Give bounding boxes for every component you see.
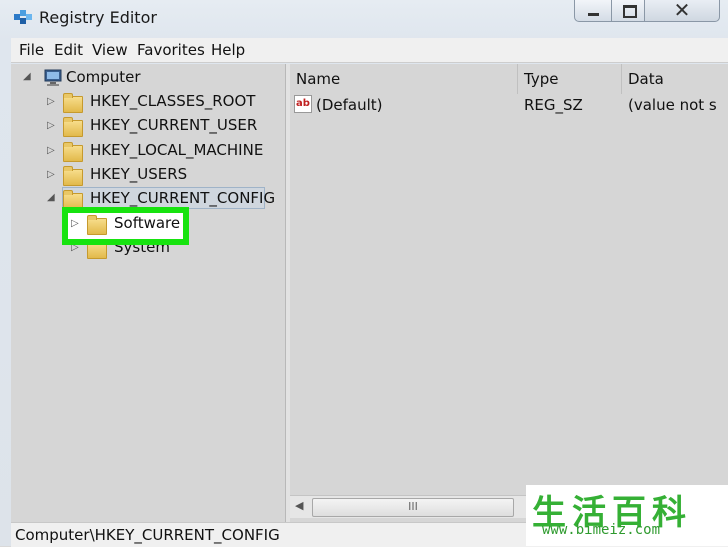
column-header-name[interactable]: Name bbox=[290, 64, 518, 94]
menu-help[interactable]: Help bbox=[211, 41, 245, 59]
close-icon: ✕ bbox=[673, 0, 691, 22]
folder-icon bbox=[63, 166, 83, 186]
menu-view[interactable]: View bbox=[92, 41, 128, 59]
expanded-arrow-icon[interactable]: ◢ bbox=[23, 71, 31, 82]
value-data: (value not s bbox=[628, 96, 717, 114]
value-name: (Default) bbox=[316, 96, 383, 114]
folder-icon bbox=[87, 215, 107, 235]
menu-edit[interactable]: Edit bbox=[54, 41, 83, 59]
horizontal-scrollbar[interactable]: ◀ III bbox=[290, 495, 526, 518]
registry-editor-window: Registry Editor ✕ File Edit View Favorit… bbox=[0, 0, 728, 547]
computer-icon bbox=[44, 69, 62, 86]
folder-icon bbox=[63, 117, 83, 137]
expanded-arrow-icon[interactable]: ◢ bbox=[47, 192, 55, 203]
tree-label-computer: Computer bbox=[66, 68, 141, 86]
tree-label-hkcc: HKEY_CURRENT_CONFIG bbox=[90, 189, 276, 207]
close-button[interactable]: ✕ bbox=[644, 0, 720, 22]
tree-label-software: Software bbox=[114, 214, 181, 232]
tree-label-hkcu: HKEY_CURRENT_USER bbox=[90, 116, 258, 134]
scroll-left-icon[interactable]: ◀ bbox=[295, 499, 303, 512]
string-value-icon: ab bbox=[294, 95, 312, 113]
tree-label-hku: HKEY_USERS bbox=[90, 165, 188, 183]
folder-icon bbox=[63, 142, 83, 162]
tree-label-hklm: HKEY_LOCAL_MACHINE bbox=[90, 141, 264, 159]
registry-editor-icon bbox=[14, 10, 32, 24]
collapsed-arrow-icon[interactable]: ▷ bbox=[47, 169, 55, 180]
menu-file[interactable]: File bbox=[19, 41, 44, 59]
key-tree-pane[interactable]: ◢ Computer ▷ HKEY_CLASSES_ROOT ▷ HKEY_CU… bbox=[11, 64, 285, 522]
tree-item-hklm[interactable]: ▷ HKEY_LOCAL_MACHINE bbox=[47, 141, 277, 163]
column-header-type[interactable]: Type bbox=[518, 64, 622, 94]
title-bar[interactable]: Registry Editor ✕ bbox=[0, 0, 728, 38]
window-title: Registry Editor bbox=[39, 8, 157, 27]
collapsed-arrow-icon[interactable]: ▷ bbox=[71, 218, 79, 229]
tree-item-hkcr[interactable]: ▷ HKEY_CLASSES_ROOT bbox=[47, 92, 277, 114]
folder-icon bbox=[63, 93, 83, 113]
status-path: Computer\HKEY_CURRENT_CONFIG bbox=[15, 526, 280, 544]
menu-favorites[interactable]: Favorites bbox=[137, 41, 205, 59]
minimize-icon bbox=[588, 13, 599, 16]
column-header-data[interactable]: Data bbox=[622, 64, 728, 94]
scroll-thumb[interactable]: III bbox=[312, 498, 514, 517]
maximize-icon bbox=[623, 5, 637, 18]
minimize-button[interactable] bbox=[574, 0, 612, 22]
tree-item-hkcu[interactable]: ▷ HKEY_CURRENT_USER bbox=[47, 116, 277, 138]
tree-item-hku[interactable]: ▷ HKEY_USERS bbox=[47, 165, 277, 187]
collapsed-arrow-icon[interactable]: ▷ bbox=[47, 120, 55, 131]
watermark-url: www.bimeiz.com bbox=[542, 522, 661, 538]
menu-bar: File Edit View Favorites Help bbox=[11, 38, 728, 63]
maximize-button[interactable] bbox=[611, 0, 645, 22]
collapsed-arrow-icon[interactable]: ▷ bbox=[47, 145, 55, 156]
tree-item-software[interactable]: ▷ Software bbox=[71, 214, 191, 236]
value-type: REG_SZ bbox=[524, 96, 583, 114]
tree-item-computer[interactable]: ◢ Computer bbox=[23, 68, 223, 90]
tree-label-hkcr: HKEY_CLASSES_ROOT bbox=[90, 92, 256, 110]
values-list-pane[interactable]: Name Type Data ab (Default) REG_SZ (valu… bbox=[290, 64, 728, 522]
collapsed-arrow-icon[interactable]: ▷ bbox=[47, 96, 55, 107]
watermark-logo: 生活百科 www.bimeiz.com bbox=[526, 485, 728, 546]
